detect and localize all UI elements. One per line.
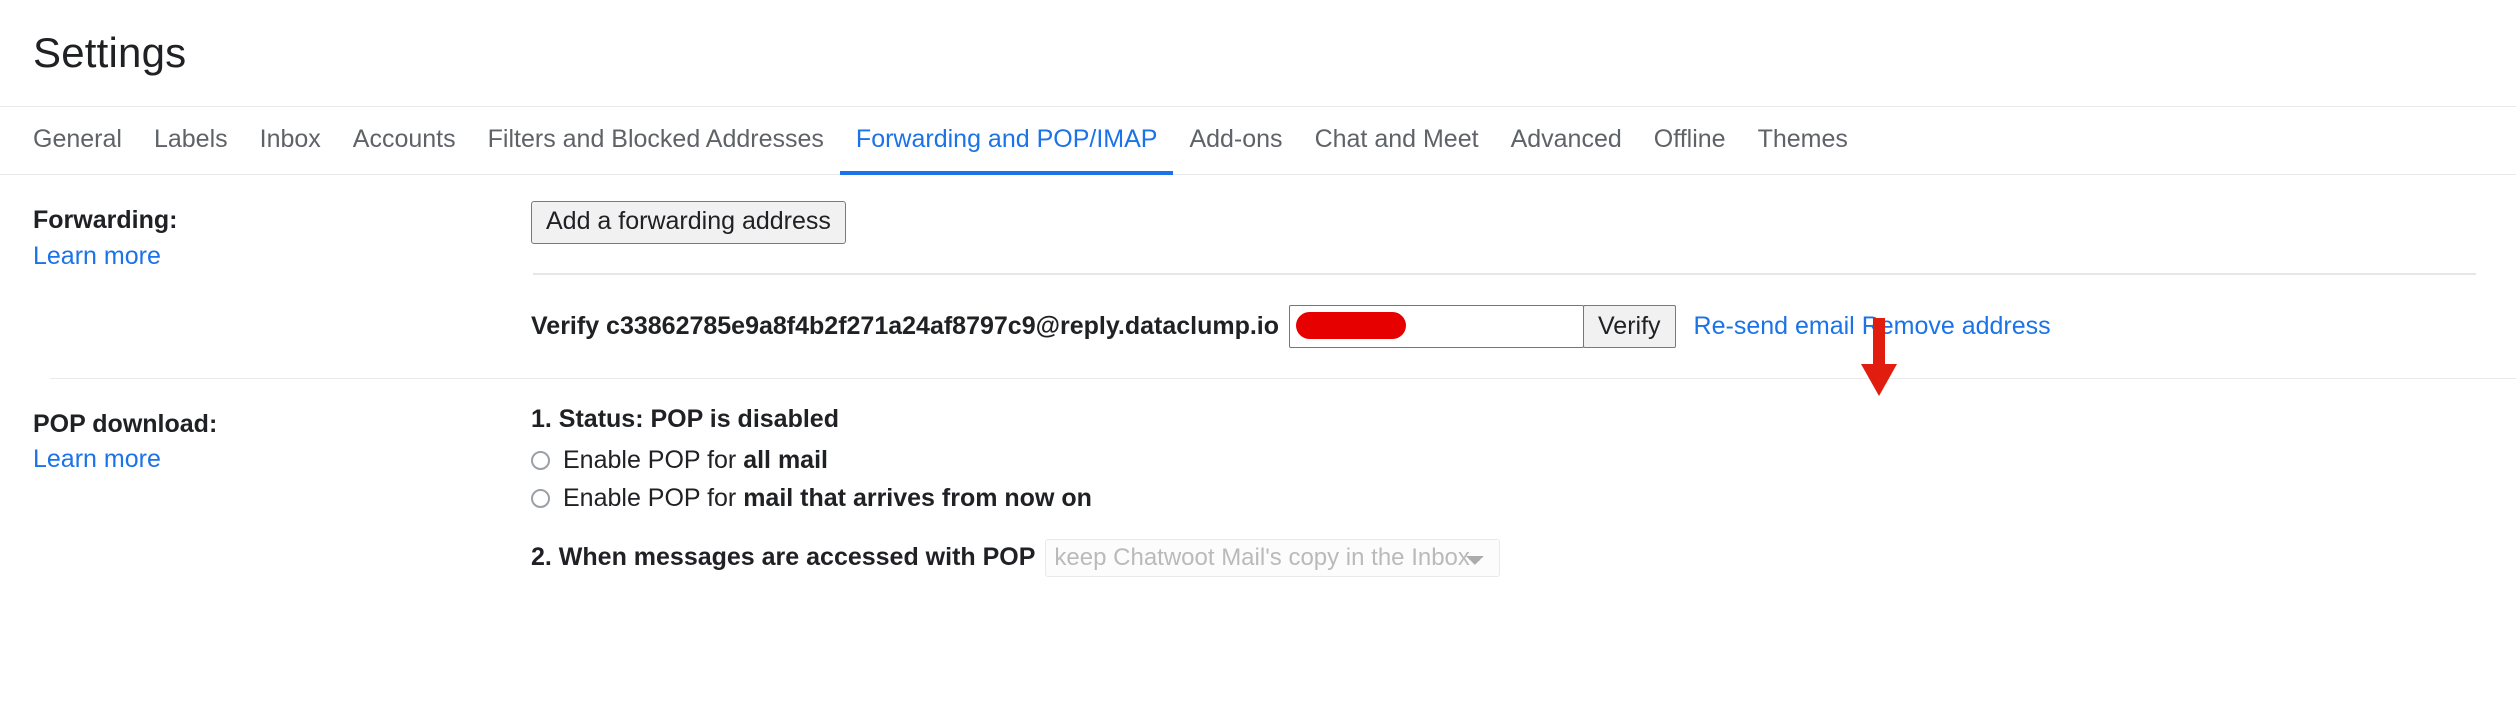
verify-address-row: Verify c33862785e9a8f4b2f271a24af8797c9@… — [531, 304, 2496, 348]
pop-label: POP download: — [33, 409, 218, 438]
tab-filters-and-blocked-addresses[interactable]: Filters and Blocked Addresses — [472, 107, 840, 175]
radio-button-icon[interactable] — [531, 488, 550, 508]
tab-label: Chat and Meet — [1314, 124, 1479, 153]
pop-option-label: Enable POP for all mail — [563, 446, 828, 475]
tab-inbox[interactable]: Inbox — [244, 107, 337, 175]
verify-links: Re-send email Remove address — [1694, 312, 2051, 341]
pop-option-prefix: Enable POP for — [563, 483, 744, 512]
tab-label: Inbox — [259, 124, 321, 153]
pop-learn-more-link[interactable]: Learn more — [33, 445, 161, 474]
verify-code-input-wrap — [1289, 304, 1585, 348]
tab-label: Advanced — [1510, 124, 1622, 153]
forwarding-section: Forwarding: Learn more Add a forwarding … — [0, 175, 2516, 348]
tab-label: Filters and Blocked Addresses — [487, 124, 824, 153]
forwarding-label-column: Forwarding: Learn more — [0, 175, 531, 271]
radio-button-icon[interactable] — [531, 450, 550, 470]
verify-code-input[interactable] — [1289, 304, 1585, 348]
settings-header: Settings — [0, 0, 2516, 107]
settings-content: Forwarding: Learn more Add a forwarding … — [0, 175, 2516, 577]
forwarding-label: Forwarding: — [33, 206, 178, 234]
remove-address-link[interactable]: Remove address — [1862, 312, 2051, 340]
verify-button[interactable]: Verify — [1583, 304, 1676, 348]
tab-forwarding-and-pop-imap[interactable]: Forwarding and POP/IMAP — [839, 107, 1174, 175]
tab-labels[interactable]: Labels — [138, 107, 244, 175]
page-title: Settings — [33, 29, 187, 76]
pop-value-column: 1. Status: POP is disabled Enable POP fo… — [531, 379, 2516, 577]
pop-label-column: POP download: Learn more — [0, 379, 531, 475]
add-forwarding-address-button[interactable]: Add a forwarding address — [531, 201, 846, 244]
tab-label: Offline — [1653, 124, 1726, 153]
tab-label: Themes — [1757, 124, 1848, 153]
settings-tabbar: General Labels Inbox Accounts Filters and Bl… — [0, 107, 2516, 175]
pop-options-group: Enable POP for all mail Enable POP for ma… — [531, 446, 2496, 513]
pop-step2-label: 2. When messages are accessed with POP — [531, 543, 1036, 572]
pop-action-select[interactable]: keep Chatwoot Mail's copy in the Inbox — [1045, 538, 1501, 577]
resend-email-link[interactable]: Re-send email — [1694, 312, 1855, 340]
tab-label: Accounts — [352, 124, 456, 153]
pop-status-line: 1. Status: POP is disabled — [531, 404, 839, 433]
tab-accounts[interactable]: Accounts — [337, 107, 472, 175]
forwarding-learn-more-link[interactable]: Learn more — [33, 242, 161, 271]
forwarding-inner-divider — [533, 272, 2476, 275]
tab-advanced[interactable]: Advanced — [1495, 107, 1638, 175]
pop-option-emphasis: all mail — [743, 445, 828, 474]
forwarding-value-column: Add a forwarding address Verify c3386278… — [531, 175, 2516, 348]
tab-offline[interactable]: Offline — [1638, 107, 1742, 175]
tab-label: Add-ons — [1189, 124, 1283, 153]
tab-general[interactable]: General — [33, 107, 138, 175]
pop-step2-row: 2. When messages are accessed with POP k… — [531, 538, 2496, 577]
tab-label: Forwarding and POP/IMAP — [855, 124, 1158, 153]
pop-option-row[interactable]: Enable POP for all mail — [531, 446, 2496, 475]
tab-chat-and-meet[interactable]: Chat and Meet — [1299, 107, 1495, 175]
pop-download-section: POP download: Learn more 1. Status: POP … — [0, 379, 2516, 577]
tab-label: General — [33, 124, 122, 153]
tab-label: Labels — [153, 124, 228, 153]
pop-option-label: Enable POP for mail that arrives from no… — [563, 484, 1092, 513]
tab-themes[interactable]: Themes — [1742, 107, 1864, 175]
tab-add-ons[interactable]: Add-ons — [1173, 107, 1298, 175]
verify-address-text: Verify c33862785e9a8f4b2f271a24af8797c9@… — [531, 311, 1280, 340]
pop-option-prefix: Enable POP for — [563, 445, 744, 474]
pop-option-emphasis: mail that arrives from now on — [743, 483, 1092, 512]
pop-option-row[interactable]: Enable POP for mail that arrives from no… — [531, 484, 2496, 513]
